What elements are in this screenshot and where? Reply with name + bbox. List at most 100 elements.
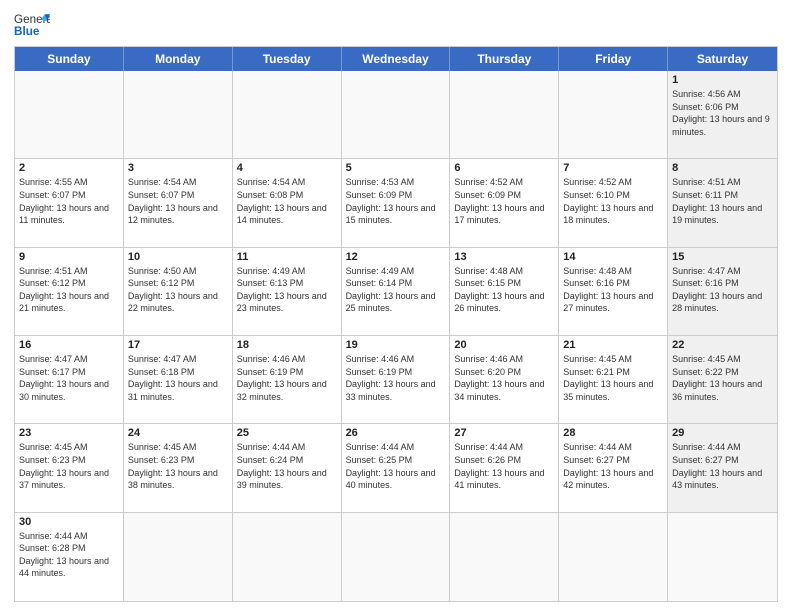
- day-info: Sunrise: 4:44 AM Sunset: 6:27 PM Dayligh…: [563, 441, 663, 491]
- day-info: Sunrise: 4:44 AM Sunset: 6:26 PM Dayligh…: [454, 441, 554, 491]
- calendar-cell: 6 Sunrise: 4:52 AM Sunset: 6:09 PM Daylig…: [450, 159, 559, 246]
- calendar-header: SundayMondayTuesdayWednesdayThursdayFrid…: [15, 47, 777, 71]
- header-day-friday: Friday: [559, 47, 668, 71]
- calendar-cell: [559, 513, 668, 601]
- calendar-week-1: 1 Sunrise: 4:56 AM Sunset: 6:06 PM Daylig…: [15, 71, 777, 159]
- day-number: 22: [672, 339, 773, 351]
- day-number: 29: [672, 427, 773, 439]
- day-info: Sunrise: 4:51 AM Sunset: 6:12 PM Dayligh…: [19, 265, 119, 315]
- calendar-cell: 27 Sunrise: 4:44 AM Sunset: 6:26 PM Dayli…: [450, 424, 559, 511]
- calendar-cell: 1 Sunrise: 4:56 AM Sunset: 6:06 PM Daylig…: [668, 71, 777, 158]
- day-number: 1: [672, 74, 773, 86]
- calendar-cell: 9Sunrise: 4:51 AM Sunset: 6:12 PM Daylig…: [15, 248, 124, 335]
- day-info: Sunrise: 4:47 AM Sunset: 6:17 PM Dayligh…: [19, 353, 119, 403]
- calendar-cell: 8Sunrise: 4:51 AM Sunset: 6:11 PM Daylig…: [668, 159, 777, 246]
- day-number: 28: [563, 427, 663, 439]
- calendar-cell: 4Sunrise: 4:54 AM Sunset: 6:08 PM Daylig…: [233, 159, 342, 246]
- calendar-cell: 14 Sunrise: 4:48 AM Sunset: 6:16 PM Dayli…: [559, 248, 668, 335]
- day-info: Sunrise: 4:56 AM Sunset: 6:06 PM Dayligh…: [672, 88, 773, 138]
- page: General Blue SundayMondayTuesdayWednesda…: [0, 0, 792, 612]
- day-info: Sunrise: 4:51 AM Sunset: 6:11 PM Dayligh…: [672, 176, 773, 226]
- header-day-saturday: Saturday: [668, 47, 777, 71]
- day-number: 7: [563, 162, 663, 174]
- svg-text:Blue: Blue: [14, 25, 40, 38]
- day-number: 16: [19, 339, 119, 351]
- calendar-cell: 2Sunrise: 4:55 AM Sunset: 6:07 PM Daylig…: [15, 159, 124, 246]
- logo: General Blue: [14, 10, 50, 40]
- calendar-cell: [233, 71, 342, 158]
- day-info: Sunrise: 4:45 AM Sunset: 6:23 PM Dayligh…: [19, 441, 119, 491]
- day-info: Sunrise: 4:48 AM Sunset: 6:16 PM Dayligh…: [563, 265, 663, 315]
- day-number: 6: [454, 162, 554, 174]
- calendar-cell: [450, 513, 559, 601]
- calendar-cell: [668, 513, 777, 601]
- calendar-cell: 19Sunrise: 4:46 AM Sunset: 6:19 PM Dayli…: [342, 336, 451, 423]
- day-number: 3: [128, 162, 228, 174]
- day-number: 26: [346, 427, 446, 439]
- day-info: Sunrise: 4:46 AM Sunset: 6:20 PM Dayligh…: [454, 353, 554, 403]
- day-info: Sunrise: 4:49 AM Sunset: 6:14 PM Dayligh…: [346, 265, 446, 315]
- header-day-wednesday: Wednesday: [342, 47, 451, 71]
- generalblue-logo-icon: General Blue: [14, 10, 50, 40]
- day-info: Sunrise: 4:50 AM Sunset: 6:12 PM Dayligh…: [128, 265, 228, 315]
- calendar-cell: 3 Sunrise: 4:54 AM Sunset: 6:07 PM Daylig…: [124, 159, 233, 246]
- header-day-sunday: Sunday: [15, 47, 124, 71]
- calendar-week-5: 23 Sunrise: 4:45 AM Sunset: 6:23 PM Dayli…: [15, 424, 777, 512]
- calendar-cell: [342, 71, 451, 158]
- day-info: Sunrise: 4:48 AM Sunset: 6:15 PM Dayligh…: [454, 265, 554, 315]
- header-day-tuesday: Tuesday: [233, 47, 342, 71]
- calendar-cell: 24 Sunrise: 4:45 AM Sunset: 6:23 PM Dayli…: [124, 424, 233, 511]
- calendar-cell: 11Sunrise: 4:49 AM Sunset: 6:13 PM Dayli…: [233, 248, 342, 335]
- day-info: Sunrise: 4:53 AM Sunset: 6:09 PM Dayligh…: [346, 176, 446, 226]
- calendar-cell: [450, 71, 559, 158]
- calendar-cell: 13 Sunrise: 4:48 AM Sunset: 6:15 PM Dayli…: [450, 248, 559, 335]
- calendar-week-4: 16 Sunrise: 4:47 AM Sunset: 6:17 PM Dayli…: [15, 336, 777, 424]
- day-info: Sunrise: 4:52 AM Sunset: 6:10 PM Dayligh…: [563, 176, 663, 226]
- calendar-cell: 7 Sunrise: 4:52 AM Sunset: 6:10 PM Daylig…: [559, 159, 668, 246]
- calendar-cell: [124, 71, 233, 158]
- day-number: 10: [128, 251, 228, 263]
- day-number: 18: [237, 339, 337, 351]
- day-info: Sunrise: 4:44 AM Sunset: 6:25 PM Dayligh…: [346, 441, 446, 491]
- day-info: Sunrise: 4:45 AM Sunset: 6:23 PM Dayligh…: [128, 441, 228, 491]
- calendar-cell: 22 Sunrise: 4:45 AM Sunset: 6:22 PM Dayli…: [668, 336, 777, 423]
- calendar-cell: [15, 71, 124, 158]
- day-info: Sunrise: 4:45 AM Sunset: 6:22 PM Dayligh…: [672, 353, 773, 403]
- calendar-week-2: 2Sunrise: 4:55 AM Sunset: 6:07 PM Daylig…: [15, 159, 777, 247]
- day-number: 30: [19, 516, 119, 528]
- day-info: Sunrise: 4:46 AM Sunset: 6:19 PM Dayligh…: [346, 353, 446, 403]
- calendar-cell: 17Sunrise: 4:47 AM Sunset: 6:18 PM Dayli…: [124, 336, 233, 423]
- day-number: 20: [454, 339, 554, 351]
- day-number: 13: [454, 251, 554, 263]
- day-info: Sunrise: 4:45 AM Sunset: 6:21 PM Dayligh…: [563, 353, 663, 403]
- calendar-body: 1 Sunrise: 4:56 AM Sunset: 6:06 PM Daylig…: [15, 71, 777, 601]
- calendar-cell: 16 Sunrise: 4:47 AM Sunset: 6:17 PM Dayli…: [15, 336, 124, 423]
- calendar-cell: 28 Sunrise: 4:44 AM Sunset: 6:27 PM Dayli…: [559, 424, 668, 511]
- day-number: 17: [128, 339, 228, 351]
- day-info: Sunrise: 4:44 AM Sunset: 6:28 PM Dayligh…: [19, 530, 119, 580]
- day-info: Sunrise: 4:49 AM Sunset: 6:13 PM Dayligh…: [237, 265, 337, 315]
- calendar-cell: [342, 513, 451, 601]
- calendar-cell: 21Sunrise: 4:45 AM Sunset: 6:21 PM Dayli…: [559, 336, 668, 423]
- day-info: Sunrise: 4:54 AM Sunset: 6:08 PM Dayligh…: [237, 176, 337, 226]
- day-info: Sunrise: 4:47 AM Sunset: 6:16 PM Dayligh…: [672, 265, 773, 315]
- day-number: 23: [19, 427, 119, 439]
- calendar-cell: 29 Sunrise: 4:44 AM Sunset: 6:27 PM Dayli…: [668, 424, 777, 511]
- calendar-cell: [124, 513, 233, 601]
- day-info: Sunrise: 4:44 AM Sunset: 6:27 PM Dayligh…: [672, 441, 773, 491]
- day-number: 24: [128, 427, 228, 439]
- day-number: 5: [346, 162, 446, 174]
- header: General Blue: [14, 10, 778, 40]
- day-number: 27: [454, 427, 554, 439]
- calendar-cell: 10 Sunrise: 4:50 AM Sunset: 6:12 PM Dayli…: [124, 248, 233, 335]
- day-info: Sunrise: 4:55 AM Sunset: 6:07 PM Dayligh…: [19, 176, 119, 226]
- calendar-cell: 23 Sunrise: 4:45 AM Sunset: 6:23 PM Dayli…: [15, 424, 124, 511]
- day-info: Sunrise: 4:46 AM Sunset: 6:19 PM Dayligh…: [237, 353, 337, 403]
- calendar-week-3: 9Sunrise: 4:51 AM Sunset: 6:12 PM Daylig…: [15, 248, 777, 336]
- day-info: Sunrise: 4:52 AM Sunset: 6:09 PM Dayligh…: [454, 176, 554, 226]
- day-number: 14: [563, 251, 663, 263]
- day-number: 15: [672, 251, 773, 263]
- day-info: Sunrise: 4:54 AM Sunset: 6:07 PM Dayligh…: [128, 176, 228, 226]
- header-day-monday: Monday: [124, 47, 233, 71]
- calendar-cell: 5 Sunrise: 4:53 AM Sunset: 6:09 PM Daylig…: [342, 159, 451, 246]
